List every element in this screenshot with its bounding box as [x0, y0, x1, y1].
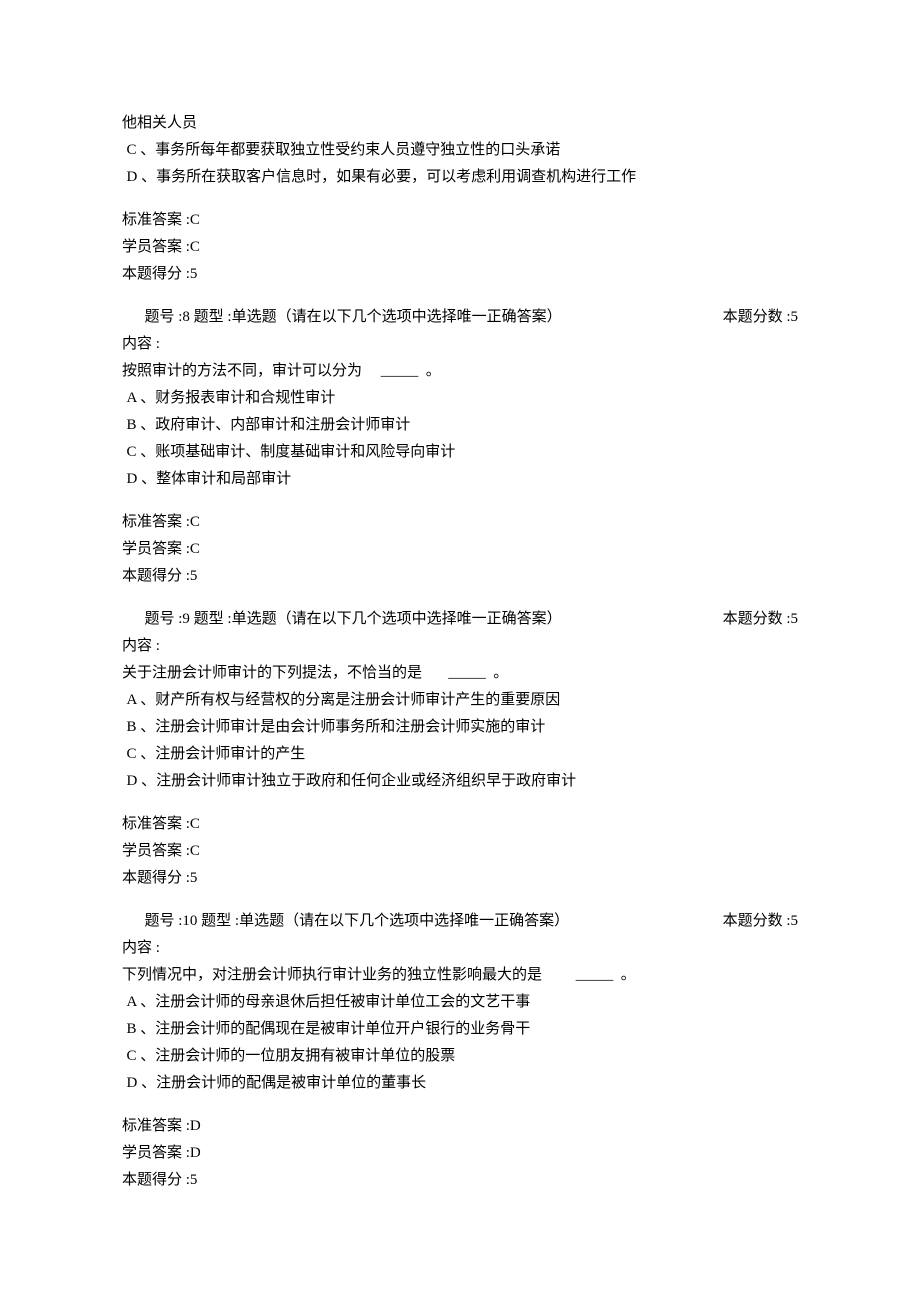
q8-option-a: A 、财务报表审计和合规性审计: [122, 385, 798, 412]
q9-score-earned: 本题得分 :5: [122, 865, 798, 892]
q9-content-label: 内容 :: [122, 633, 798, 660]
q8-stem: 按照审计的方法不同，审计可以分为 _____。: [122, 358, 798, 385]
q10-option-c: C 、注册会计师的一位朋友拥有被审计单位的股票: [122, 1043, 798, 1070]
q10-option-d: D 、注册会计师的配偶是被审计单位的董事长: [122, 1070, 798, 1097]
q8-content-label: 内容 :: [122, 331, 798, 358]
q10-stem: 下列情况中，对注册会计师执行审计业务的独立性影响最大的是 _____。: [122, 962, 798, 989]
q9-header-right: 本题分数 :5: [723, 606, 798, 633]
q8-option-c: C 、账项基础审计、制度基础审计和风险导向审计: [122, 439, 798, 466]
q8-score-earned: 本题得分 :5: [122, 563, 798, 590]
q7-option-c: C 、事务所每年都要获取独立性受约束人员遵守独立性的口头承诺: [122, 137, 798, 164]
q7-option-d: D 、事务所在获取客户信息时，如果有必要，可以考虑利用调查机构进行工作: [122, 164, 798, 191]
q9-option-a: A 、财产所有权与经营权的分离是注册会计师审计产生的重要原因: [122, 687, 798, 714]
q9-header-left: 题号 :9 题型 :单选题（请在以下几个选项中选择唯一正确答案）: [122, 606, 562, 633]
q10-option-a: A 、注册会计师的母亲退休后担任被审计单位工会的文艺干事: [122, 989, 798, 1016]
q8-header-left: 题号 :8 题型 :单选题（请在以下几个选项中选择唯一正确答案）: [122, 304, 562, 331]
q9-option-c: C 、注册会计师审计的产生: [122, 741, 798, 768]
q10-option-b: B 、注册会计师的配偶现在是被审计单位开户银行的业务骨干: [122, 1016, 798, 1043]
q10-header-left: 题号 :10 题型 :单选题（请在以下几个选项中选择唯一正确答案）: [122, 908, 569, 935]
q9-option-b: B 、注册会计师审计是由会计师事务所和注册会计师实施的审计: [122, 714, 798, 741]
q10-header-right: 本题分数 :5: [723, 908, 798, 935]
q8-option-b: B 、政府审计、内部审计和注册会计师审计: [122, 412, 798, 439]
q10-standard-answer: 标准答案 :D: [122, 1113, 798, 1140]
q10-student-answer: 学员答案 :D: [122, 1140, 798, 1167]
q8-student-answer: 学员答案 :C: [122, 536, 798, 563]
q10-score-earned: 本题得分 :5: [122, 1167, 798, 1194]
q8-header-right: 本题分数 :5: [723, 304, 798, 331]
q9-option-d: D 、注册会计师审计独立于政府和任何企业或经济组织早于政府审计: [122, 768, 798, 795]
q9-stem: 关于注册会计师审计的下列提法，不恰当的是 _____。: [122, 660, 798, 687]
q9-student-answer: 学员答案 :C: [122, 838, 798, 865]
q7-partial-line: 他相关人员: [122, 110, 798, 137]
q10-content-label: 内容 :: [122, 935, 798, 962]
q7-standard-answer: 标准答案 :C: [122, 207, 798, 234]
q8-option-d: D 、整体审计和局部审计: [122, 466, 798, 493]
q7-score-earned: 本题得分 :5: [122, 261, 798, 288]
q9-standard-answer: 标准答案 :C: [122, 811, 798, 838]
q8-standard-answer: 标准答案 :C: [122, 509, 798, 536]
q7-student-answer: 学员答案 :C: [122, 234, 798, 261]
